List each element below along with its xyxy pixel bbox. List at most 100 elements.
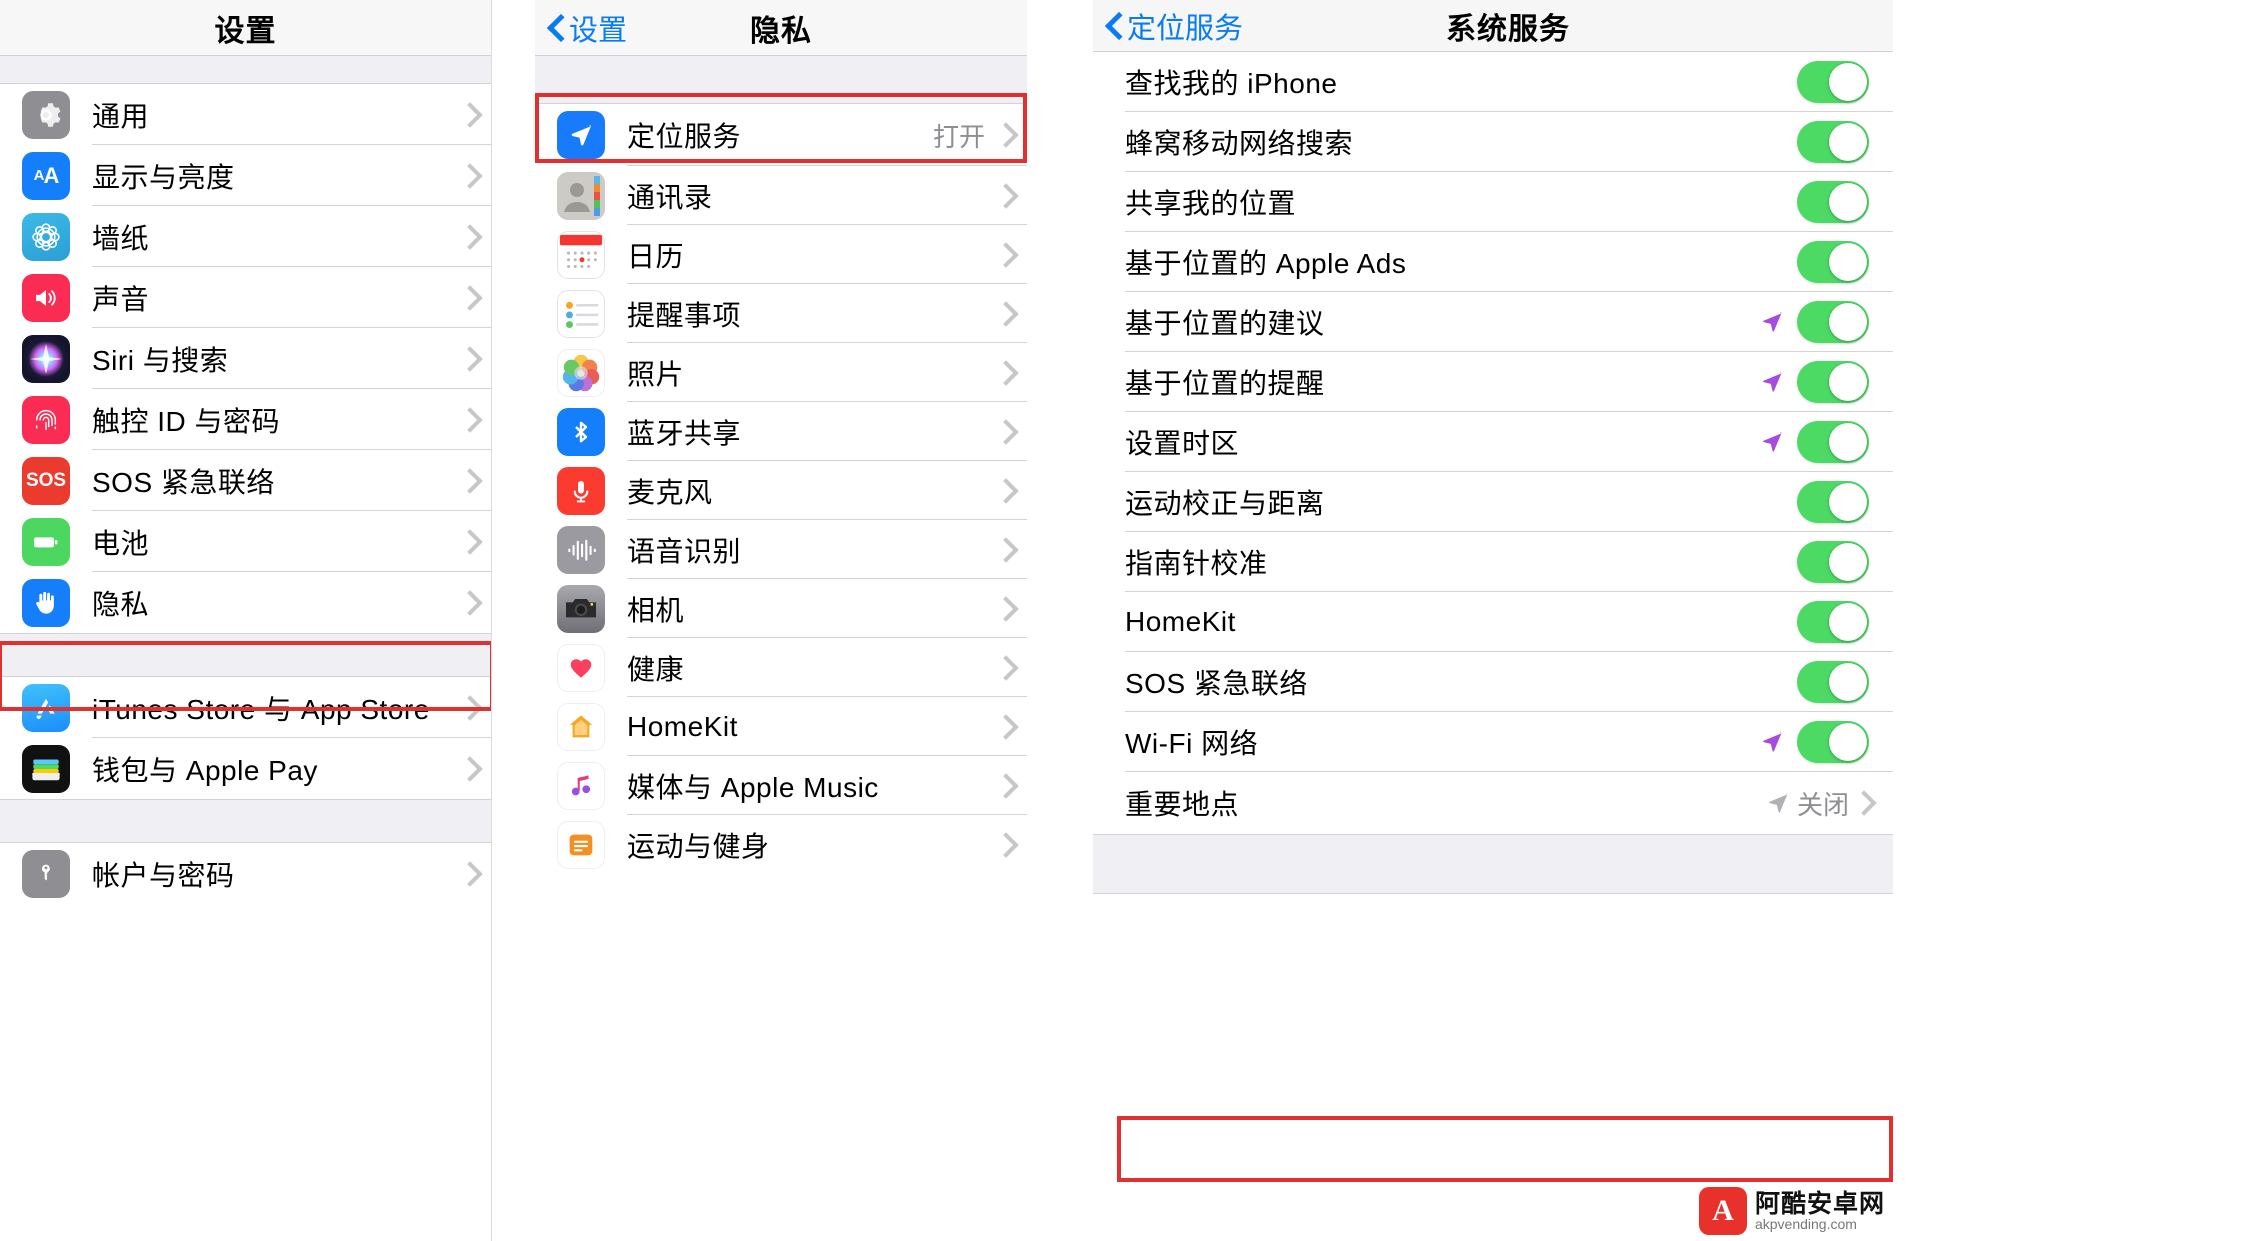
sidebar-item-wallet[interactable]: 钱包与 Apple Pay <box>0 738 491 799</box>
row-accessory <box>997 402 1011 461</box>
chevron-right-icon <box>997 833 1011 857</box>
row-accessory <box>997 697 1011 756</box>
back-label: 定位服务 <box>1127 12 1244 45</box>
settings-group-3: 帐户与密码 <box>0 843 491 904</box>
location-arrow-icon <box>1759 369 1785 395</box>
list-item-location-based-apple-ads[interactable]: 基于位置的 Apple Ads <box>1093 232 1893 292</box>
sidebar-item-sos[interactable]: SOS SOS 紧急联络 <box>0 450 491 511</box>
list-item-significant-locations[interactable]: 重要地点 关闭 <box>1093 772 1893 834</box>
privacy-panel: 设置 隐私 定位服务 打开 通讯录 日历 提醒事项 照片 蓝牙共享 麦克风 语音… <box>535 0 1027 1241</box>
watermark-text: 阿酷安卓网 akpvending.com <box>1755 1190 1885 1232</box>
sidebar-item-sounds[interactable]: 声音 <box>0 267 491 328</box>
chevron-right-icon <box>997 479 1011 503</box>
list-item-photos[interactable]: 照片 <box>535 343 1027 402</box>
list-item-bluetooth-sharing[interactable]: 蓝牙共享 <box>535 402 1027 461</box>
watermark-logo-icon: A <box>1698 1187 1747 1235</box>
row-accessory <box>997 815 1011 874</box>
list-item-sos[interactable]: SOS 紧急联络 <box>1093 652 1893 712</box>
sidebar-item-general[interactable]: 通用 <box>0 84 491 145</box>
row-accessory <box>1797 172 1869 232</box>
list-item-label: 基于位置的 Apple Ads <box>1125 248 1407 279</box>
row-accessory <box>461 677 475 738</box>
list-item-share-my-location[interactable]: 共享我的位置 <box>1093 172 1893 232</box>
list-item-label: 通讯录 <box>627 181 713 213</box>
chevron-right-icon <box>461 225 475 249</box>
chevron-right-icon <box>997 302 1011 326</box>
row-accessory <box>461 267 475 328</box>
sidebar-item-label: 钱包与 Apple Pay <box>92 754 318 786</box>
row-accessory <box>1759 292 1869 352</box>
list-item-set-time-zone[interactable]: 设置时区 <box>1093 412 1893 472</box>
back-to-settings-button[interactable]: 设置 <box>535 7 627 49</box>
sidebar-item-privacy[interactable]: 隐私 <box>0 572 491 633</box>
list-item-calendar[interactable]: 日历 <box>535 225 1027 284</box>
list-item-homekit[interactable]: HomeKit <box>535 697 1027 756</box>
toggle-sos[interactable] <box>1797 661 1869 703</box>
row-accessory <box>1759 712 1869 772</box>
list-item-health[interactable]: 健康 <box>535 638 1027 697</box>
list-item-camera[interactable]: 相机 <box>535 579 1027 638</box>
list-item-media-apple-music[interactable]: 媒体与 Apple Music <box>535 756 1027 815</box>
toggle-motion-calibration[interactable] <box>1797 481 1869 523</box>
toggle-location-based-suggestions[interactable] <box>1797 301 1869 343</box>
sidebar-item-itunes-appstore[interactable]: iTunes Store 与 App Store <box>0 677 491 738</box>
sidebar-item-label: 电池 <box>92 527 150 559</box>
camera-icon <box>557 584 605 633</box>
toggle-cellular-network-search[interactable] <box>1797 121 1869 163</box>
row-accessory <box>1759 352 1869 412</box>
toggle-find-my-iphone[interactable] <box>1797 61 1869 103</box>
sidebar-item-accounts[interactable]: 帐户与密码 <box>0 843 491 904</box>
sidebar-item-siri[interactable]: Siri 与搜索 <box>0 328 491 389</box>
row-accessory <box>1759 412 1869 472</box>
list-item-label: 查找我的 iPhone <box>1125 68 1338 99</box>
chevron-right-icon <box>461 696 475 720</box>
sidebar-item-display[interactable]: AA 显示与亮度 <box>0 145 491 206</box>
sidebar-item-battery[interactable]: 电池 <box>0 511 491 572</box>
toggle-compass-calibration[interactable] <box>1797 541 1869 583</box>
list-item-microphone[interactable]: 麦克风 <box>535 461 1027 520</box>
chevron-right-icon <box>997 184 1011 208</box>
chevron-right-icon <box>461 347 475 371</box>
list-item-find-my-iphone[interactable]: 查找我的 iPhone <box>1093 52 1893 112</box>
appstore-icon <box>22 683 70 732</box>
back-to-location-services-button[interactable]: 定位服务 <box>1093 5 1243 47</box>
privacy-hand-icon <box>22 578 70 627</box>
sidebar-item-label: 通用 <box>92 100 150 132</box>
list-item-motion-calibration[interactable]: 运动校正与距离 <box>1093 472 1893 532</box>
settings-group-gap-1 <box>0 633 491 677</box>
row-accessory <box>461 843 475 904</box>
privacy-navbar: 设置 隐私 <box>535 0 1027 56</box>
toggle-location-based-alerts[interactable] <box>1797 361 1869 403</box>
sidebar-item-touchid[interactable]: 触控 ID 与密码 <box>0 389 491 450</box>
toggle-location-based-apple-ads[interactable] <box>1797 241 1869 283</box>
list-item-location-based-suggestions[interactable]: 基于位置的建议 <box>1093 292 1893 352</box>
list-item-location-based-alerts[interactable]: 基于位置的提醒 <box>1093 352 1893 412</box>
toggle-set-time-zone[interactable] <box>1797 421 1869 463</box>
chevron-right-icon <box>997 597 1011 621</box>
list-item-cellular-network-search[interactable]: 蜂窝移动网络搜索 <box>1093 112 1893 172</box>
sidebar-item-label: 声音 <box>92 283 150 315</box>
page-title: 设置 <box>214 14 277 48</box>
list-item-homekit[interactable]: HomeKit <box>1093 592 1893 652</box>
row-accessory <box>1797 652 1869 712</box>
row-accessory <box>1797 112 1869 172</box>
chevron-right-icon <box>461 164 475 188</box>
list-item-reminders[interactable]: 提醒事项 <box>535 284 1027 343</box>
toggle-homekit[interactable] <box>1797 601 1869 643</box>
list-item-contacts[interactable]: 通讯录 <box>535 166 1027 225</box>
toggle-wifi-networking[interactable] <box>1797 721 1869 763</box>
row-accessory <box>461 84 475 145</box>
list-item-speech-recognition[interactable]: 语音识别 <box>535 520 1027 579</box>
system-services-navbar: 定位服务 系统服务 <box>1093 0 1893 52</box>
display-brightness-icon: AA <box>22 151 70 200</box>
list-item-wifi-networking[interactable]: Wi-Fi 网络 <box>1093 712 1893 772</box>
sidebar-item-label: 墙纸 <box>92 222 150 254</box>
row-accessory <box>461 145 475 206</box>
chevron-right-icon <box>461 862 475 886</box>
toggle-share-my-location[interactable] <box>1797 181 1869 223</box>
list-item-compass-calibration[interactable]: 指南针校准 <box>1093 532 1893 592</box>
list-item-location-services[interactable]: 定位服务 打开 <box>535 104 1027 166</box>
music-icon <box>557 761 605 810</box>
sidebar-item-wallpaper[interactable]: 墙纸 <box>0 206 491 267</box>
list-item-motion-fitness[interactable]: 运动与健身 <box>535 815 1027 874</box>
